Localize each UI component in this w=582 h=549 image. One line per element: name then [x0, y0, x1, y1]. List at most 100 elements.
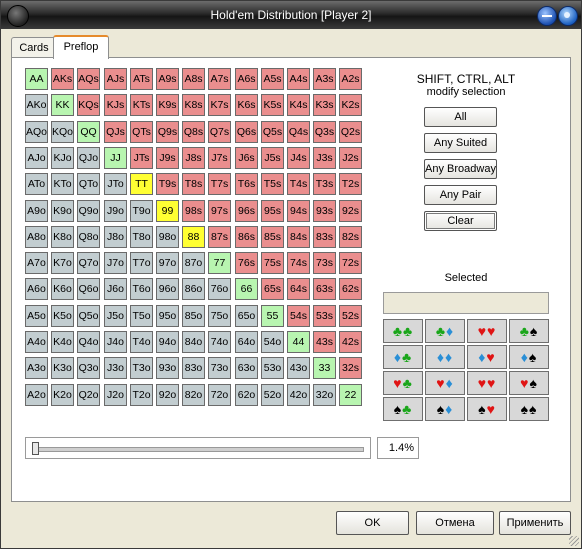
hand-cell[interactable]: 66 [235, 278, 258, 300]
hand-cell[interactable]: Q5s [261, 121, 284, 143]
close-button[interactable] [558, 6, 578, 26]
hand-cell[interactable]: 98o [156, 226, 179, 248]
hand-cell[interactable]: T9o [130, 200, 153, 222]
suit-combo-cell[interactable]: ♣♣ [383, 319, 423, 343]
hand-cell[interactable]: ATs [130, 68, 153, 90]
hand-cell[interactable]: J8s [182, 147, 205, 169]
suit-combo-cell[interactable]: ♣♦ [425, 319, 465, 343]
hand-cell[interactable]: K6o [51, 278, 74, 300]
hand-cell[interactable]: 43s [313, 331, 336, 353]
hand-cell[interactable]: QTo [77, 173, 100, 195]
hand-cell[interactable]: KTs [130, 94, 153, 116]
hand-cell[interactable]: K4s [287, 94, 310, 116]
hand-cell[interactable]: K9o [51, 200, 74, 222]
hand-cell[interactable]: QJs [104, 121, 127, 143]
hand-cell[interactable]: Q5o [77, 305, 100, 327]
hand-cell[interactable]: Q8s [182, 121, 205, 143]
hand-cell[interactable]: 54o [261, 331, 284, 353]
hand-cell[interactable]: 87o [182, 252, 205, 274]
hand-cell[interactable]: KK [51, 94, 74, 116]
hand-cell[interactable]: QJo [77, 147, 100, 169]
hand-cell[interactable]: T9s [156, 173, 179, 195]
hand-cell[interactable]: 88 [182, 226, 205, 248]
hand-cell[interactable]: QTs [130, 121, 153, 143]
hand-cell[interactable]: 63s [313, 278, 336, 300]
cancel-button[interactable]: Отмена [416, 511, 494, 535]
suit-combo-cell[interactable]: ♠♠ [509, 397, 549, 421]
hand-cell[interactable]: 43o [287, 357, 310, 379]
hand-cell[interactable]: J7s [208, 147, 231, 169]
hand-cell[interactable]: 76s [235, 252, 258, 274]
hand-cell[interactable]: A2s [339, 68, 362, 90]
hand-cell[interactable]: A7o [25, 252, 48, 274]
hand-cell[interactable]: A8s [182, 68, 205, 90]
hand-cell[interactable]: 97s [208, 200, 231, 222]
hand-cell[interactable]: JTo [104, 173, 127, 195]
hand-cell[interactable]: J4s [287, 147, 310, 169]
hand-cell[interactable]: KTo [51, 173, 74, 195]
suit-combo-cell[interactable]: ♠♣ [383, 397, 423, 421]
hand-cell[interactable]: AJs [104, 68, 127, 90]
hand-cell[interactable]: 33 [313, 357, 336, 379]
suit-combo-cell[interactable]: ♣♠ [509, 319, 549, 343]
hand-cell[interactable]: K5o [51, 305, 74, 327]
hand-cell[interactable]: J4o [104, 331, 127, 353]
hand-cell[interactable]: A4o [25, 331, 48, 353]
hand-cell[interactable]: Q9o [77, 200, 100, 222]
hand-cell[interactable]: 63o [235, 357, 258, 379]
hand-cell[interactable]: AKs [51, 68, 74, 90]
hand-cell[interactable]: Q8o [77, 226, 100, 248]
hand-cell[interactable]: JTs [130, 147, 153, 169]
hand-cell[interactable]: T6s [235, 173, 258, 195]
hand-cell[interactable]: K2s [339, 94, 362, 116]
hand-cell[interactable]: 99 [156, 200, 179, 222]
hand-cell[interactable]: 62o [235, 384, 258, 406]
minimize-button[interactable] [537, 6, 557, 26]
hand-cell[interactable]: 32s [339, 357, 362, 379]
any-broadway-button[interactable]: Any Broadway [424, 159, 497, 179]
hand-cell[interactable]: T7o [130, 252, 153, 274]
hand-cell[interactable]: 42s [339, 331, 362, 353]
any-suited-button[interactable]: Any Suited [424, 133, 497, 153]
hand-cell[interactable]: 86o [182, 278, 205, 300]
hand-cell[interactable]: T2s [339, 173, 362, 195]
hand-cell[interactable]: 77 [208, 252, 231, 274]
hand-cell[interactable]: J8o [104, 226, 127, 248]
suit-combo-cell[interactable]: ♠♥ [467, 397, 507, 421]
title-bar[interactable]: Hold'em Distribution [Player 2] [1, 1, 581, 29]
hand-cell[interactable]: A3s [313, 68, 336, 90]
hand-cell[interactable]: K3o [51, 357, 74, 379]
hand-cell[interactable]: 42o [287, 384, 310, 406]
suit-combo-cell[interactable]: ♥♠ [509, 371, 549, 395]
hand-cell[interactable]: 94s [287, 200, 310, 222]
hand-cell[interactable]: K8o [51, 226, 74, 248]
hand-cell[interactable]: J5s [261, 147, 284, 169]
hand-cell[interactable]: A9s [156, 68, 179, 90]
tab-preflop[interactable]: Preflop [53, 35, 109, 59]
hand-cell[interactable]: KJo [51, 147, 74, 169]
hand-cell[interactable]: AQo [25, 121, 48, 143]
hand-cell[interactable]: T8s [182, 173, 205, 195]
hand-cell[interactable]: A9o [25, 200, 48, 222]
hand-cell[interactable]: Q4o [77, 331, 100, 353]
hand-cell[interactable]: 92o [156, 384, 179, 406]
hand-cell[interactable]: 74s [287, 252, 310, 274]
hand-cell[interactable]: 55 [261, 305, 284, 327]
hand-cell[interactable]: T3o [130, 357, 153, 379]
hand-cell[interactable]: 73o [208, 357, 231, 379]
hand-cell[interactable]: A7s [208, 68, 231, 90]
hand-cell[interactable]: AKo [25, 94, 48, 116]
hand-cell[interactable]: K4o [51, 331, 74, 353]
hand-cell[interactable]: J5o [104, 305, 127, 327]
hand-cell[interactable]: 54s [287, 305, 310, 327]
hand-cell[interactable]: K7o [51, 252, 74, 274]
hand-cell[interactable]: A8o [25, 226, 48, 248]
hand-cell[interactable]: 22 [339, 384, 362, 406]
hand-cell[interactable]: T6o [130, 278, 153, 300]
hand-cell[interactable]: J9o [104, 200, 127, 222]
hand-cell[interactable]: 93s [313, 200, 336, 222]
hand-cell[interactable]: 53o [261, 357, 284, 379]
hand-cell[interactable]: KQs [77, 94, 100, 116]
hand-cell[interactable]: 95o [156, 305, 179, 327]
slider-thumb[interactable] [32, 442, 39, 455]
